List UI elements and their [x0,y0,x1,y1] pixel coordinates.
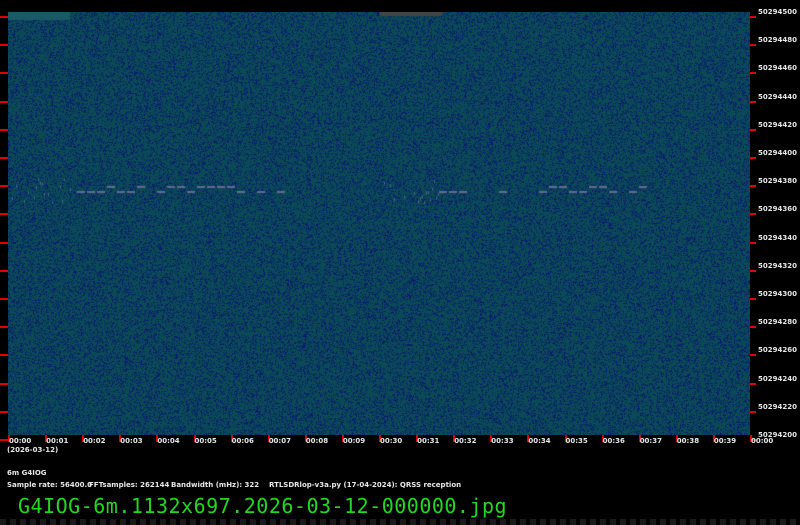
x-tick-label: 00:02 [83,437,105,445]
y-tick-right [750,326,756,328]
y-tick-label: 50294500 [758,8,797,16]
y-tick-left [0,44,8,46]
x-tick-label: 00:03 [120,437,142,445]
fft-samples: FFTsamples: 262144 [89,481,169,489]
bottom-strip [0,519,800,525]
x-tick-label: 00:32 [454,437,476,445]
y-tick-label: 50294420 [758,121,797,129]
y-tick-left [0,101,8,103]
date-label: (2026-03-12) [7,446,58,454]
y-tick-label: 50294260 [758,346,797,354]
y-tick-left [0,72,8,74]
y-tick-label: 50294480 [758,36,797,44]
y-tick-right [750,298,756,300]
x-tick-label: 00:35 [566,437,588,445]
x-tick-label: 00:39 [714,437,736,445]
y-tick-right [750,185,756,187]
x-tick-label: 00:01 [46,437,68,445]
y-tick-label: 50294460 [758,64,797,72]
y-tick-right [750,44,756,46]
x-tick-label: 00:09 [343,437,365,445]
y-tick-right [750,411,756,413]
x-tick-label: 00:05 [195,437,217,445]
x-tick-label: 00:00 [9,437,31,445]
y-tick-left [0,270,8,272]
y-tick-left [0,129,8,131]
y-tick-left [0,383,8,385]
y-tick-label: 50294280 [758,318,797,326]
x-tick-label: 00:36 [603,437,625,445]
y-tick-right [750,270,756,272]
y-tick-right [750,157,756,159]
y-tick-right [750,129,756,131]
y-tick-left [0,326,8,328]
x-tick-label: 00:31 [417,437,439,445]
x-tick-label: 00:06 [232,437,254,445]
y-tick-right [750,213,756,215]
x-tick-label: 00:08 [306,437,328,445]
y-tick-left [0,354,8,356]
y-tick-left [0,411,8,413]
y-tick-right [750,242,756,244]
y-tick-label: 50294320 [758,262,797,270]
y-tick-label: 50294400 [758,149,797,157]
y-tick-right [750,383,756,385]
x-tick-label: 00:34 [528,437,550,445]
image-filename: G4IOG-6m.1132x697.2026-03-12-000000.jpg [18,494,507,518]
y-tick-left [0,213,8,215]
y-tick-right [750,354,756,356]
y-tick-left [0,157,8,159]
x-tick-label: 00:00 [751,437,773,445]
y-tick-label: 50294300 [758,290,797,298]
y-tick-left [0,242,8,244]
x-tick-label: 00:07 [269,437,291,445]
x-tick-label: 00:37 [640,437,662,445]
y-tick-left [0,16,8,18]
y-tick-right [750,101,756,103]
y-tick-label: 50294380 [758,177,797,185]
sample-rate: Sample rate: 56400.0 [7,481,92,489]
x-tick-label: 00:04 [157,437,179,445]
y-tick-label: 50294340 [758,234,797,242]
bandwidth: Bandwidth (mHz): 322 [171,481,259,489]
software-version: RTLSDRlop-v3a.py (17-04-2024): QRSS rece… [269,481,461,489]
y-tick-right [750,16,756,18]
y-tick-right [750,72,756,74]
station-label: 6m G4IOG [7,469,47,477]
x-tick-label: 00:33 [491,437,513,445]
x-tick-label: 00:30 [380,437,402,445]
y-tick-label: 50294440 [758,93,797,101]
y-tick-left [0,185,8,187]
y-tick-left [0,439,8,441]
y-tick-label: 50294360 [758,205,797,213]
y-tick-label: 50294220 [758,403,797,411]
y-tick-label: 50294240 [758,375,797,383]
waterfall-spectrogram [8,12,750,435]
x-tick-label: 00:38 [677,437,699,445]
y-tick-left [0,298,8,300]
